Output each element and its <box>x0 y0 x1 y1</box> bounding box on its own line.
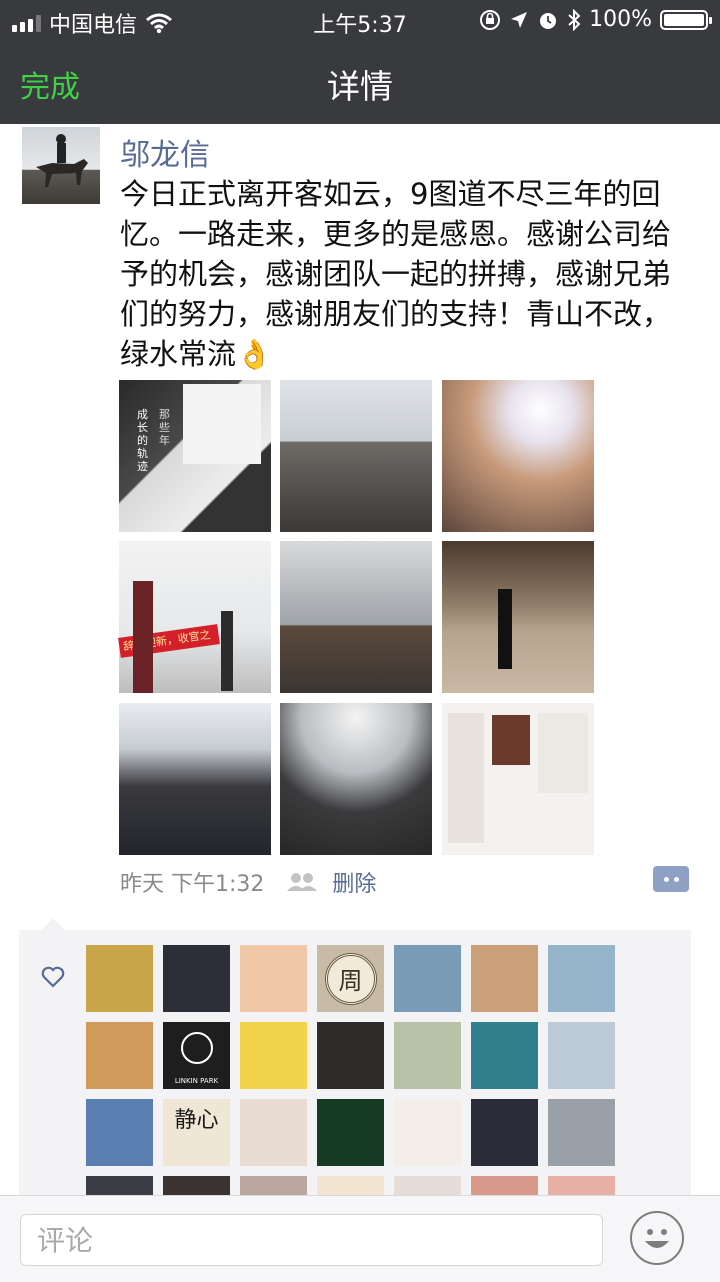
liker-avatar[interactable]: 周 <box>317 945 384 1012</box>
author-avatar[interactable] <box>22 127 100 204</box>
liker-avatar[interactable] <box>394 945 461 1012</box>
liker-avatar[interactable] <box>163 945 230 1012</box>
nav-bar: 完成 详情 <box>0 40 720 124</box>
visibility-icon <box>287 873 318 891</box>
more-actions-icon[interactable] <box>653 866 689 892</box>
photo-1-poster-2: 那些年 <box>159 408 170 447</box>
calligraphy-text: 静心 <box>174 1108 219 1133</box>
heart-icon <box>41 966 65 988</box>
photo-1[interactable]: 成长的轨迹 那些年 <box>119 380 271 532</box>
photo-2[interactable] <box>280 380 432 532</box>
battery-icon <box>660 9 712 30</box>
alarm-icon <box>540 12 557 29</box>
photo-1-poster: 成长的轨迹 <box>137 408 148 473</box>
likes-panel: 周 LINKIN PARK 静心 <box>19 918 691 1243</box>
photo-5[interactable] <box>280 541 432 693</box>
liker-avatar[interactable] <box>86 945 153 1012</box>
status-bar: 中国电信 上午5:37 100% <box>0 0 720 40</box>
bluetooth-icon <box>568 8 581 31</box>
liker-avatar[interactable] <box>86 1022 153 1089</box>
comment-input[interactable] <box>20 1214 603 1266</box>
liker-avatar[interactable] <box>471 1099 538 1166</box>
comment-bar <box>0 1195 720 1282</box>
liker-avatar[interactable] <box>471 945 538 1012</box>
post-meta: 昨天 下午1:32 删除 <box>120 866 376 898</box>
photo-4[interactable]: 辞旧迎新，收官之 <box>118 541 271 693</box>
rotation-lock-icon <box>480 9 501 30</box>
photo-6[interactable] <box>442 541 594 693</box>
liker-avatar[interactable] <box>240 945 307 1012</box>
liker-avatar[interactable]: LINKIN PARK <box>163 1022 230 1089</box>
location-icon <box>511 11 528 28</box>
liker-avatar[interactable] <box>240 1022 307 1089</box>
liker-avatar[interactable] <box>471 1022 538 1089</box>
page-title: 详情 <box>327 67 393 106</box>
post-text: 今日正式离开客如云，9图道不尽三年的回忆。一路走来，更多的是感恩。感谢公司给予的… <box>120 177 672 371</box>
liker-avatar[interactable] <box>394 1099 461 1166</box>
battery-percent: 100% <box>589 7 652 32</box>
liker-avatar[interactable] <box>394 1022 461 1089</box>
liker-avatar[interactable]: 静心 <box>163 1099 230 1166</box>
author-name[interactable]: 邬龙信 <box>120 130 210 174</box>
top-bar: 中国电信 上午5:37 100% 完成 详情 <box>0 0 720 124</box>
delete-button[interactable]: 删除 <box>332 866 376 898</box>
emoji-icon[interactable] <box>630 1211 684 1265</box>
photo-8[interactable] <box>280 703 432 855</box>
liker-avatar[interactable] <box>240 1099 307 1166</box>
logo-text: LINKIN PARK <box>174 1077 219 1085</box>
photo-7[interactable] <box>119 703 271 855</box>
liker-avatar[interactable] <box>317 1099 384 1166</box>
badge-text: 周 <box>324 952 377 1005</box>
logo-mark <box>181 1032 213 1064</box>
photo-9[interactable] <box>442 703 594 855</box>
liker-avatar[interactable] <box>548 945 615 1012</box>
liker-avatar[interactable] <box>548 1022 615 1089</box>
liker-avatar[interactable] <box>548 1099 615 1166</box>
liker-avatar[interactable] <box>86 1099 153 1166</box>
liker-avatar[interactable] <box>317 1022 384 1089</box>
post-time: 昨天 下午1:32 <box>120 872 265 897</box>
photo-3[interactable] <box>442 380 594 532</box>
battery-fill <box>664 13 704 26</box>
photo-grid: 成长的轨迹 那些年 辞旧迎新，收官之 <box>118 380 594 855</box>
